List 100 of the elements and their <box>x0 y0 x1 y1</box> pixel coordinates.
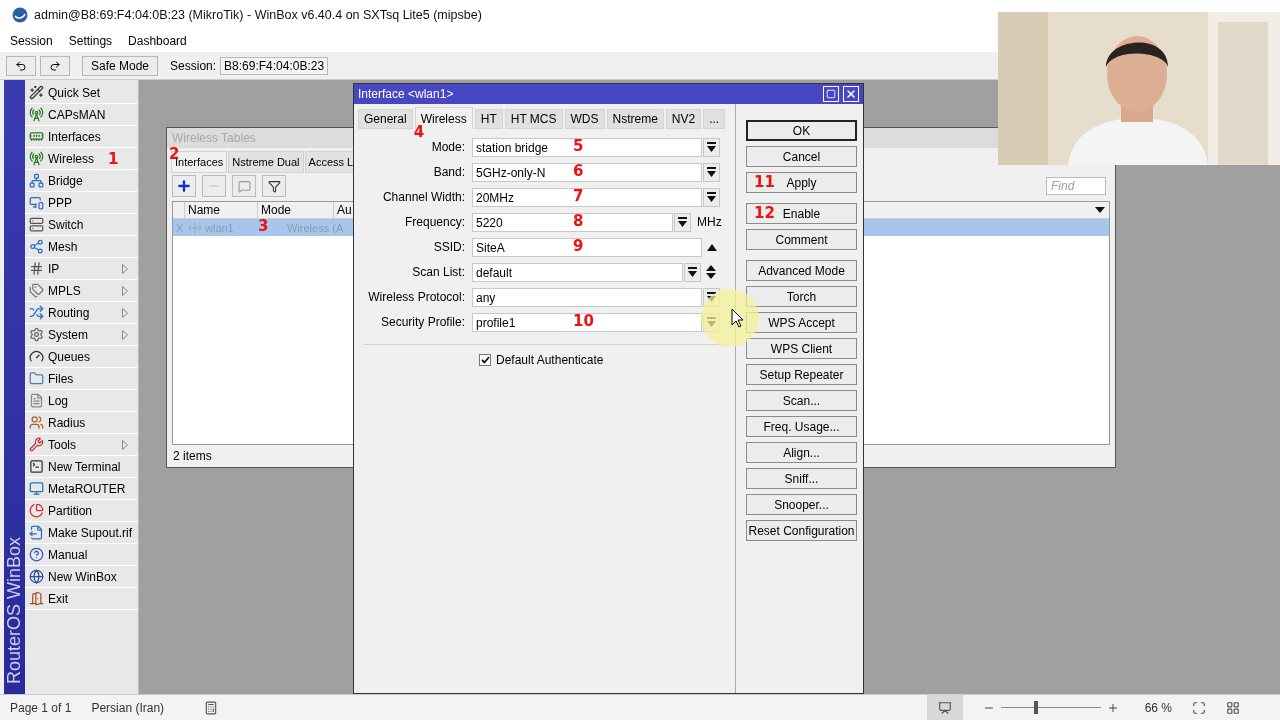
dropdown-field[interactable]: 5GHz-only-N 6 <box>472 162 702 182</box>
sidebar-item[interactable]: Switch <box>25 214 138 236</box>
dropdown-field[interactable]: default <box>472 262 683 282</box>
dropdown-field[interactable]: 20MHz 7 <box>472 187 702 207</box>
dialog-button[interactable]: Align... <box>746 442 857 463</box>
dialog-button[interactable]: Reset Configuration <box>746 520 857 541</box>
tab[interactable]: General <box>358 109 413 129</box>
field-label: Frequency: <box>403 215 466 229</box>
tab[interactable]: WDS <box>564 109 605 129</box>
redo-icon <box>49 59 61 72</box>
gear-icon <box>29 327 44 342</box>
sidebar-item[interactable]: PPP <box>25 192 138 214</box>
safe-mode-button[interactable]: Safe Mode <box>82 55 159 76</box>
zoom-in-icon[interactable] <box>1106 701 1119 714</box>
item-count: 2 items <box>173 449 212 463</box>
dropdown-icon[interactable] <box>1095 207 1105 213</box>
dialog-button[interactable]: 11 Apply <box>746 172 857 193</box>
dialog-button[interactable]: Freq. Usage... <box>746 416 857 437</box>
sidebar-item[interactable]: MetaROUTER <box>25 478 138 500</box>
view-icon[interactable] <box>937 700 952 715</box>
find-field[interactable]: Find <box>1046 177 1106 195</box>
sidebar-item[interactable]: Bridge <box>25 170 138 192</box>
menu-item[interactable]: Settings <box>68 34 113 48</box>
tab[interactable]: NV2 <box>665 109 702 129</box>
dialog-button[interactable]: 12 Enable <box>746 203 857 224</box>
dropdown-icon <box>678 217 687 227</box>
sidebar-item[interactable]: Wireless 1 <box>25 148 138 170</box>
dialog-button[interactable]: Scan... <box>746 390 857 411</box>
sidebar-item[interactable]: Interfaces <box>25 126 138 148</box>
tab[interactable]: Nstreme Dual <box>228 151 304 173</box>
nodes-icon <box>29 239 44 254</box>
memory-card-icon <box>29 129 44 144</box>
annotation-number: 11 <box>754 173 775 191</box>
dialog-button[interactable]: Advanced Mode <box>746 260 857 281</box>
sidebar-item[interactable]: System <box>25 324 138 346</box>
table-cell: wlan1 <box>205 221 234 234</box>
sidebar-item[interactable]: New WinBox <box>25 566 138 588</box>
add-button[interactable] <box>172 175 196 197</box>
input-field[interactable]: SiteA 9 <box>472 237 702 257</box>
dialog-button[interactable]: Comment <box>746 229 857 250</box>
dialog-button[interactable]: Torch <box>746 286 857 307</box>
maximize-icon <box>826 89 836 99</box>
sidebar-item[interactable]: IP <box>25 258 138 280</box>
annotation-number: 12 <box>754 204 775 222</box>
dialog-button[interactable]: Sniff... <box>746 468 857 489</box>
sidebar-item[interactable]: New Terminal <box>25 456 138 478</box>
sidebar-item[interactable]: Manual <box>25 544 138 566</box>
sidebar-item[interactable]: CAPsMAN <box>25 104 138 126</box>
menu-item[interactable]: Dashboard <box>128 34 187 48</box>
tab[interactable]: ... <box>703 109 726 129</box>
sidebar-item[interactable]: Make Supout.rif <box>25 522 138 544</box>
table-cell: X <box>176 221 184 234</box>
field-label: Channel Width: <box>381 190 466 204</box>
comment-icon <box>237 179 251 193</box>
dialog-button[interactable]: OK <box>746 120 857 141</box>
fit-icon[interactable] <box>1192 700 1206 715</box>
up-down-icon[interactable] <box>706 265 716 279</box>
filter-button[interactable] <box>262 175 286 197</box>
dialog-button[interactable]: Cancel <box>746 146 857 167</box>
column-header[interactable]: Name <box>185 202 258 218</box>
annotation-number: 7 <box>573 186 584 205</box>
slider-thumb[interactable] <box>1033 701 1038 714</box>
sidebar-item[interactable]: Radius <box>25 412 138 434</box>
sidebar-item[interactable]: Files <box>25 368 138 390</box>
input-field[interactable]: 5220 8 <box>472 212 673 232</box>
tab[interactable]: HT MCS <box>504 109 563 129</box>
menu-item[interactable]: Session <box>10 34 53 48</box>
field-label: Security Profile: <box>379 315 466 329</box>
redo-button[interactable] <box>40 55 70 76</box>
sidebar-item[interactable]: Partition <box>25 500 138 522</box>
sidebar-item[interactable]: Queues <box>25 346 138 368</box>
sidebar-item[interactable]: Quick Set <box>25 82 138 104</box>
collapse-icon[interactable] <box>707 243 717 251</box>
sidebar-item[interactable]: Log <box>25 390 138 412</box>
dropdown-field[interactable]: station bridge 5 <box>472 137 702 157</box>
tab[interactable]: Nstreme <box>606 109 664 129</box>
sidebar-item[interactable]: Exit <box>25 588 138 610</box>
sidebar-item[interactable]: Routing <box>25 302 138 324</box>
field-value: SiteA <box>476 240 505 255</box>
undo-button[interactable] <box>6 55 36 76</box>
tags-icon <box>29 283 44 298</box>
close-button[interactable] <box>843 86 859 102</box>
annotation-number: 10 <box>573 311 594 330</box>
wand-icon <box>29 85 44 100</box>
dialog-button[interactable]: Setup Repeater <box>746 364 857 385</box>
sidebar-item[interactable]: Mesh <box>25 236 138 258</box>
checkbox[interactable] <box>479 354 491 366</box>
sidebar-item[interactable]: Tools <box>25 434 138 456</box>
dropdown-field[interactable]: profile1 10 <box>472 312 702 332</box>
door-icon <box>29 591 44 606</box>
dropdown-field[interactable]: any <box>472 287 702 307</box>
layout-icon[interactable] <box>1226 700 1240 715</box>
dialog-button[interactable]: WPS Client <box>746 338 857 359</box>
sidebar-item[interactable]: MPLS <box>25 280 138 302</box>
pie-chart-icon <box>29 503 44 518</box>
field-label: Wireless Protocol: <box>367 290 466 304</box>
tab[interactable]: HT <box>474 109 503 129</box>
maximize-button[interactable] <box>823 86 839 102</box>
column-header[interactable]: Mode <box>258 202 334 218</box>
dialog-button[interactable]: Snooper... <box>746 494 857 515</box>
